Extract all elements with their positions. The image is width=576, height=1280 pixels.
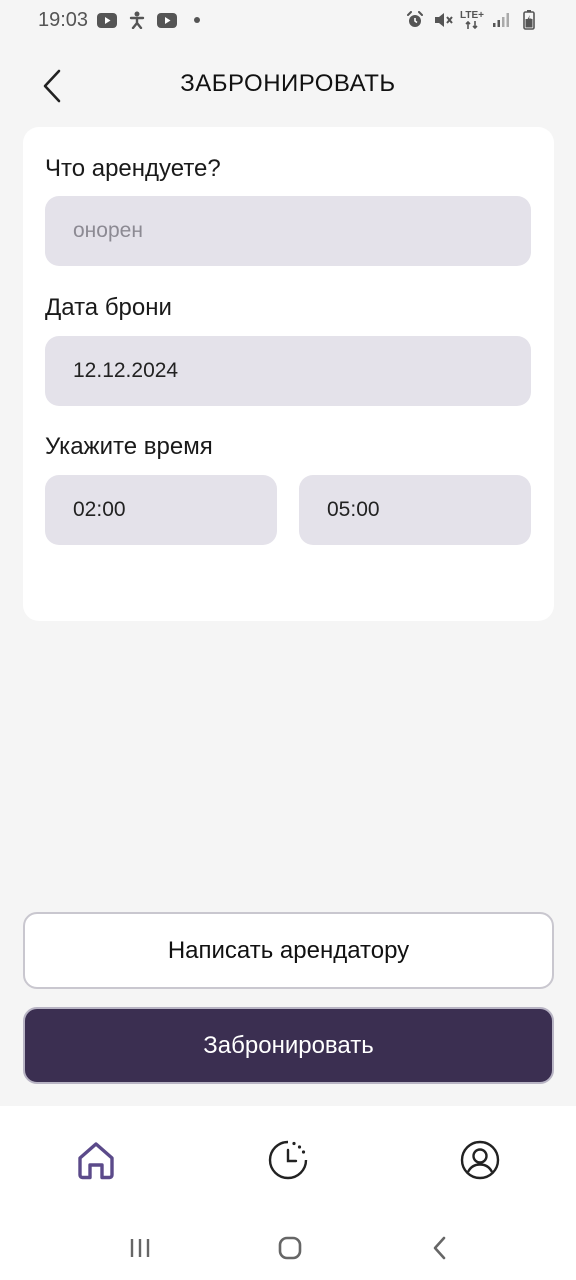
nav-profile[interactable] <box>456 1136 504 1184</box>
user-icon <box>460 1140 500 1180</box>
app-header: ЗАБРОНИРОВАТЬ <box>0 50 576 120</box>
nav-history[interactable] <box>264 1136 312 1184</box>
signal-icon <box>490 12 512 28</box>
booking-date-label: Дата брони <box>45 294 172 321</box>
lte-icon: LTE+ <box>460 10 484 30</box>
mute-icon <box>432 12 454 28</box>
time-from-input[interactable]: 02:00 <box>45 475 277 545</box>
bottom-navigation <box>0 1106 576 1216</box>
booking-form-card: Что арендуете? онорен Дата брони 12.12.2… <box>23 127 554 621</box>
home-icon <box>78 1142 114 1180</box>
system-back-button[interactable] <box>420 1230 460 1266</box>
recent-apps-button[interactable] <box>120 1230 160 1266</box>
page-title: ЗАБРОНИРОВАТЬ <box>180 70 396 97</box>
time-from-value: 02:00 <box>73 498 126 521</box>
booking-date-value: 12.12.2024 <box>73 359 179 382</box>
battery-icon <box>518 10 540 30</box>
system-navigation <box>0 1216 576 1280</box>
accessibility-icon <box>126 11 148 29</box>
system-home-icon <box>278 1236 302 1260</box>
status-time: 19:03 <box>38 8 89 31</box>
status-left: 19:03 <box>38 9 208 32</box>
network-type: LTE+ <box>460 10 484 21</box>
rental-item-label: Что арендуете? <box>45 155 221 182</box>
youtube-icon <box>96 12 118 28</box>
message-renter-button[interactable]: Написать арендатору <box>23 912 554 989</box>
recent-apps-icon <box>130 1239 150 1257</box>
booking-date-input[interactable]: 12.12.2024 <box>45 336 531 406</box>
youtube-icon <box>156 12 178 28</box>
dot-icon <box>186 12 208 28</box>
book-button[interactable]: Забронировать <box>23 1007 554 1084</box>
nav-home[interactable] <box>72 1136 120 1184</box>
time-to-value: 05:00 <box>327 498 380 521</box>
system-home-button[interactable] <box>270 1230 310 1266</box>
clock-icon <box>268 1140 308 1180</box>
time-label: Укажите время <box>45 433 213 460</box>
status-bar: 19:03 LTE+ <box>0 0 576 40</box>
time-to-input[interactable]: 05:00 <box>299 475 531 545</box>
rental-item-placeholder: онорен <box>73 219 143 242</box>
alarm-icon <box>404 11 426 28</box>
system-back-icon <box>433 1236 446 1260</box>
status-right: LTE+ <box>404 10 540 30</box>
rental-item-input[interactable]: онорен <box>45 196 531 266</box>
